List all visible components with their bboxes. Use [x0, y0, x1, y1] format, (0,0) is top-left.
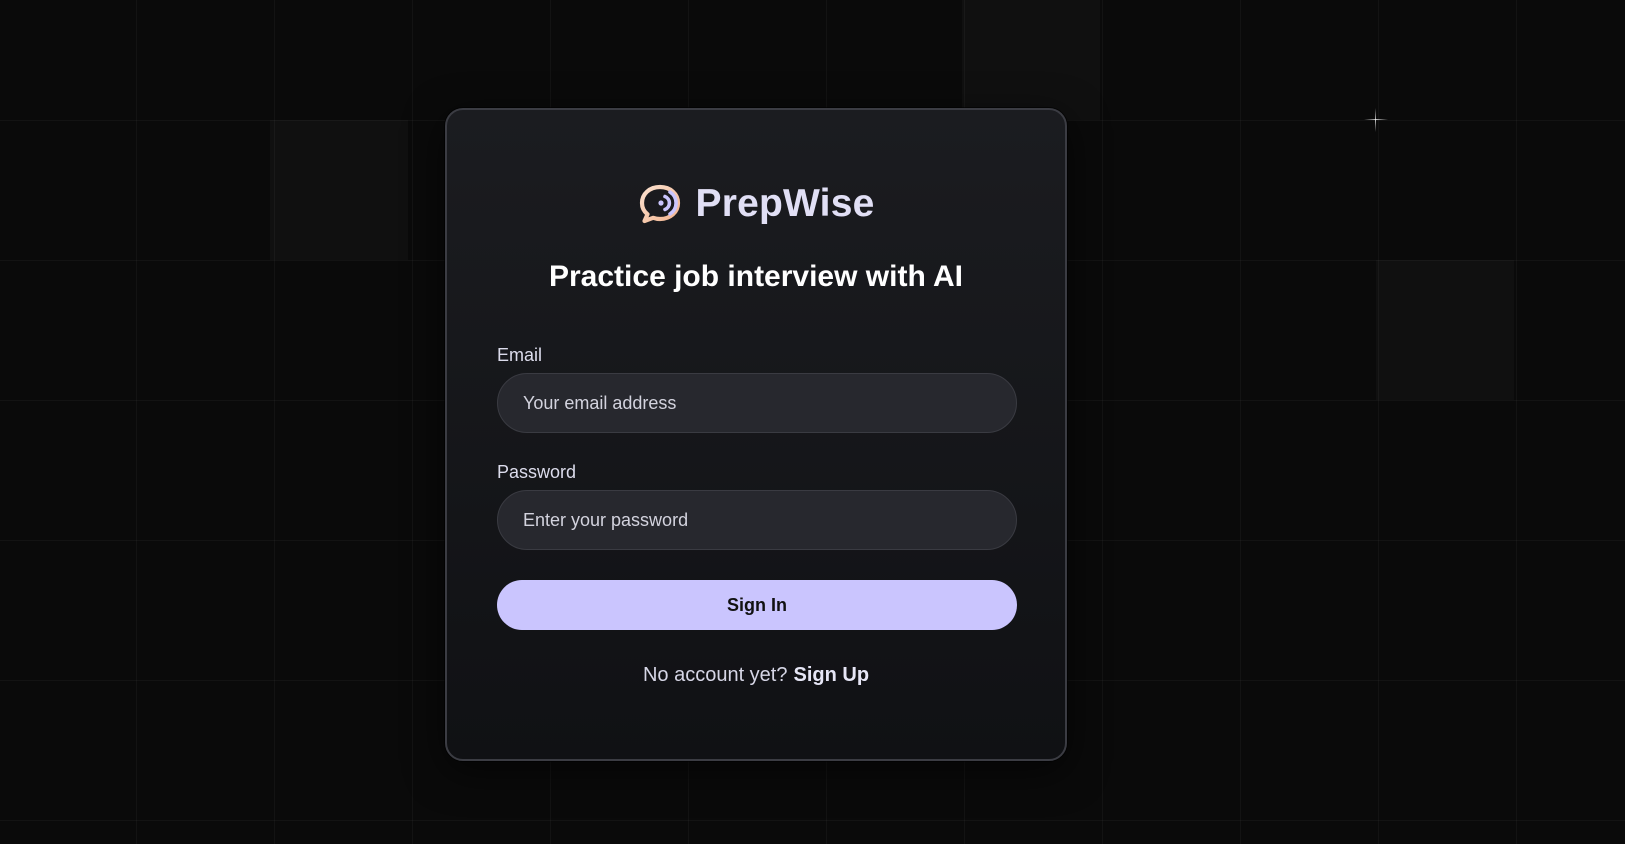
sign-in-button[interactable]: Sign In	[497, 580, 1017, 630]
email-field[interactable]	[497, 373, 1017, 433]
no-account-text: No account yet?	[642, 664, 788, 686]
background-tile	[962, 0, 1100, 120]
password-field[interactable]	[497, 490, 1017, 550]
brand-header: PrepWise	[447, 182, 1065, 226]
background-tile	[1376, 260, 1514, 400]
sign-up-prompt: No account yet? Sign Up	[447, 664, 1065, 687]
password-label: Password	[497, 462, 577, 482]
background-tile	[270, 120, 408, 260]
sign-in-card: PrepWise Practice job interview with AI …	[445, 108, 1067, 761]
speech-bubble-icon	[639, 184, 680, 224]
sparkle-icon	[1364, 108, 1388, 132]
email-label: Email	[497, 345, 543, 365]
brand-name: PrepWise	[695, 182, 875, 225]
page-title: Practice job interview with AI	[549, 260, 963, 293]
sign-up-link[interactable]: Sign Up	[793, 664, 869, 686]
